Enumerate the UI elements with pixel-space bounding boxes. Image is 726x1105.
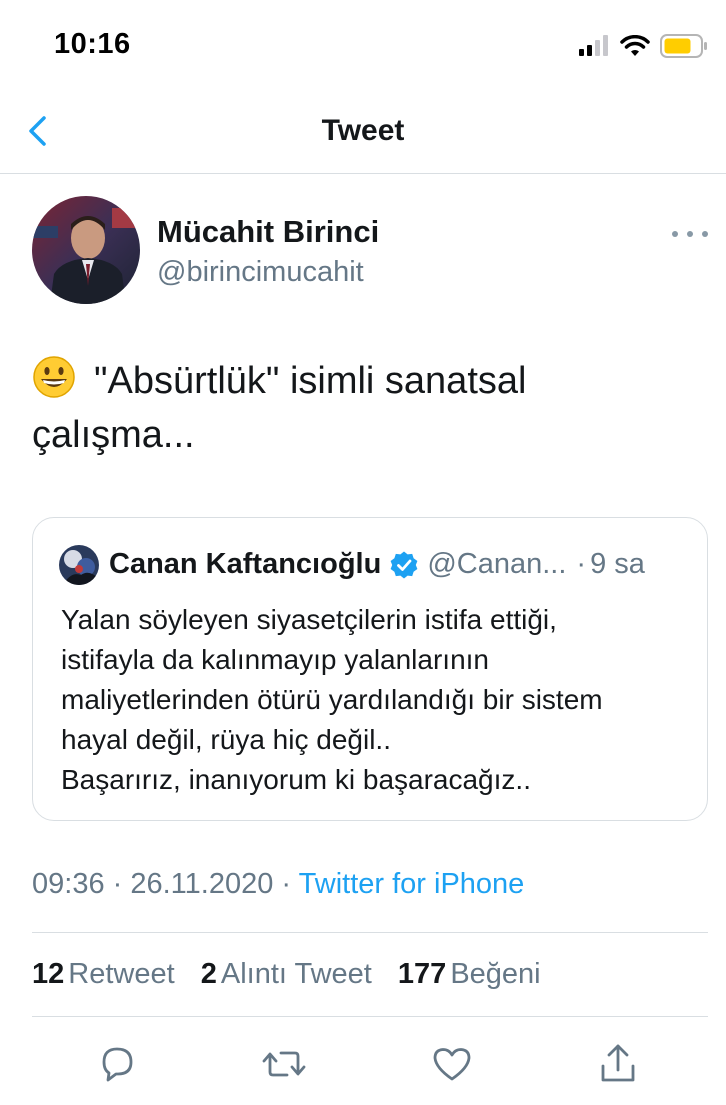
tweet-time: 09:36	[32, 868, 105, 900]
action-bar	[0, 1034, 726, 1105]
page-title: Tweet	[321, 114, 405, 147]
meta-separator: ·	[112, 868, 131, 900]
more-icon-dot	[672, 231, 678, 237]
tweet-stats: 12 Retweet 2 Alıntı Tweet 177 Beğeni	[32, 958, 559, 991]
status-time: 10:16	[54, 28, 131, 60]
wifi-icon	[620, 35, 650, 56]
likes-label: Beğeni	[450, 958, 541, 990]
tweet-date: 26.11.2020	[130, 868, 274, 900]
share-button[interactable]	[594, 1040, 642, 1088]
like-button[interactable]	[428, 1040, 476, 1088]
author-handle[interactable]: @birincimucahit	[157, 256, 364, 289]
avatar-image	[32, 196, 140, 304]
battery-icon	[660, 34, 707, 58]
tweet-source-link[interactable]: Twitter for iPhone	[299, 868, 525, 900]
tweet-meta: 09:36 · 26.11.2020 · Twitter for iPhone	[32, 868, 524, 901]
retweets-stat[interactable]: 12 Retweet	[32, 958, 175, 990]
quoted-tweet-card[interactable]: Canan Kaftancıoğlu @Canan... · 9 sa Yala…	[32, 517, 708, 821]
more-icon-dot	[702, 231, 708, 237]
more-icon-dot	[687, 231, 693, 237]
avatar[interactable]	[32, 196, 140, 304]
quote-tweets-stat[interactable]: 2 Alıntı Tweet	[201, 958, 372, 990]
status-icons	[578, 32, 708, 60]
author-name[interactable]: Mücahit Birinci	[157, 214, 379, 250]
grinning-face-emoji-icon	[33, 356, 75, 398]
verified-badge-icon	[390, 551, 418, 578]
more-options-button[interactable]	[672, 226, 708, 242]
quote-tweets-count: 2	[200, 958, 217, 990]
retweets-label: Retweet	[68, 958, 175, 990]
quoted-header: Canan Kaftancıoğlu @Canan... · 9 sa	[109, 548, 645, 581]
reply-icon	[102, 1047, 133, 1082]
retweet-icon	[262, 1051, 306, 1077]
divider	[32, 932, 708, 933]
tweet-text: "Absürtlük" isimli sanatsal çalışma...	[32, 354, 692, 462]
quote-tweets-label: Alıntı Tweet	[220, 958, 372, 990]
share-icon	[601, 1044, 635, 1082]
retweet-button[interactable]	[260, 1040, 308, 1088]
quoted-time: 9 sa	[590, 548, 645, 580]
reply-button[interactable]	[94, 1040, 142, 1088]
meta-separator: ·	[281, 868, 292, 900]
divider	[32, 1016, 708, 1017]
status-bar: 10:16	[0, 0, 726, 90]
quoted-avatar	[59, 545, 99, 585]
signal-icon	[579, 35, 608, 56]
likes-count: 177	[397, 958, 447, 990]
likes-stat[interactable]: 177 Beğeni	[398, 958, 541, 990]
nav-bar: Tweet	[0, 90, 726, 174]
quoted-avatar-image	[59, 545, 99, 585]
tweet-text-content: "Absürtlük" isimli sanatsal çalışma...	[32, 360, 527, 456]
retweets-count: 12	[32, 958, 65, 990]
like-icon	[433, 1048, 471, 1081]
quoted-author-name: Canan Kaftancıoğlu	[109, 548, 382, 580]
quoted-tweet-text: Yalan söyleyen siyasetçilerin istifa ett…	[61, 604, 603, 795]
quoted-separator: ·	[576, 548, 587, 580]
quoted-author-handle: @Canan...	[427, 548, 567, 580]
